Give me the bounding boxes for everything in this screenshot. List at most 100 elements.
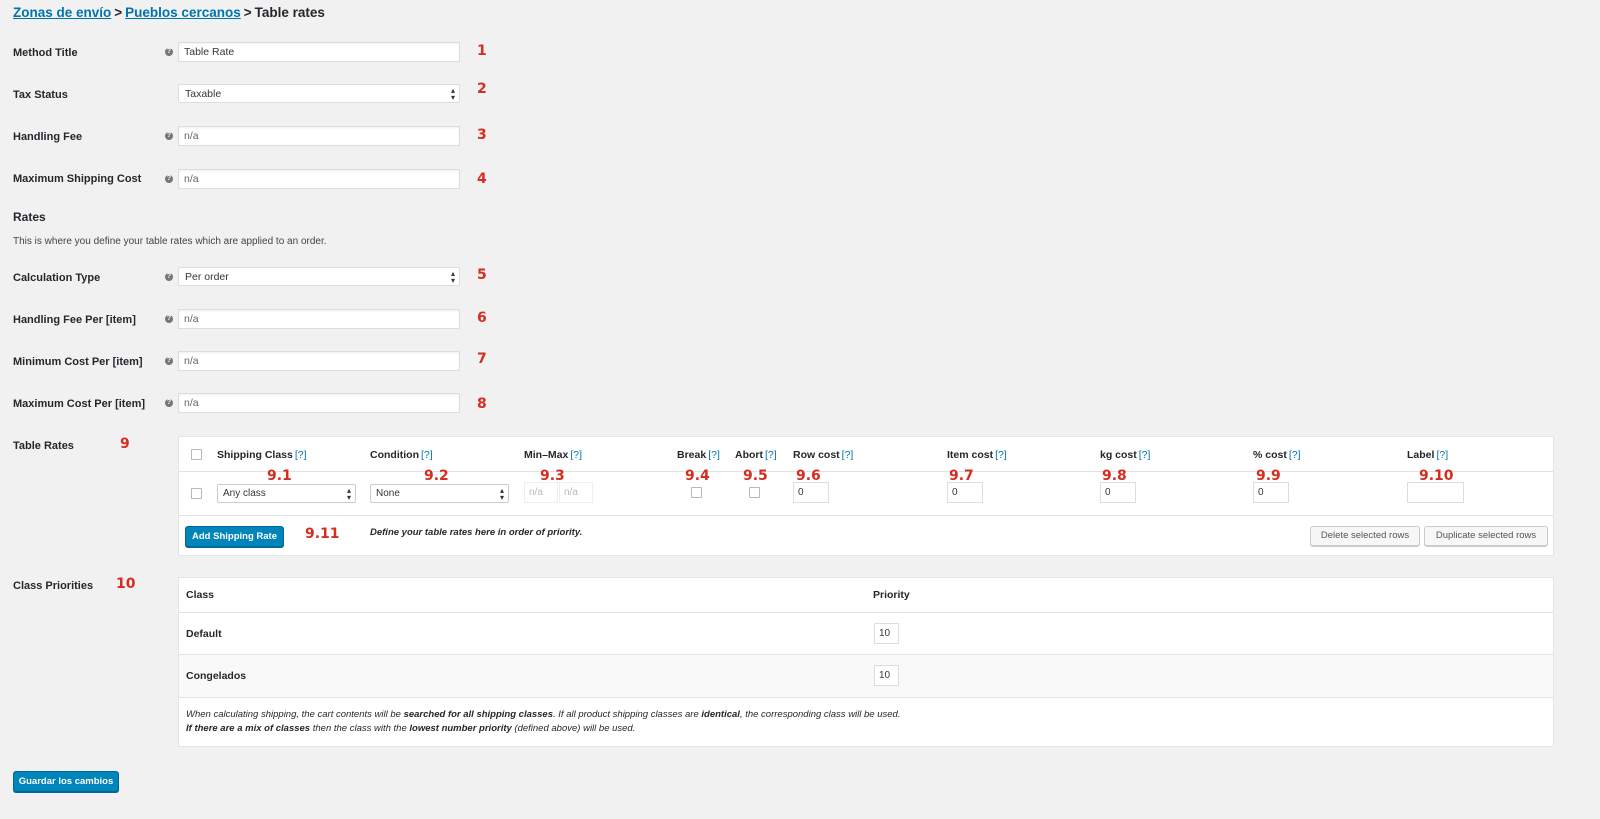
condition-select[interactable]: None ▴ ▾: [370, 484, 509, 503]
help-link[interactable]: [?]: [570, 449, 582, 461]
max-shipping-cost-label: Maximum Shipping Cost: [13, 173, 142, 185]
select-all-checkbox[interactable]: [191, 449, 202, 460]
help-icon[interactable]: ?: [165, 48, 173, 56]
annotation-marker: 6: [477, 310, 487, 326]
select-arrows-icon: ▴ ▾: [499, 486, 504, 502]
row-cost-input[interactable]: 0: [793, 482, 829, 503]
max-cost-per-item-input[interactable]: n/a: [178, 393, 460, 413]
help-link[interactable]: [?]: [421, 449, 433, 461]
calculation-type-select[interactable]: Per order ▴ ▾: [178, 267, 460, 286]
col-pct-cost: % cost [?]: [1253, 449, 1301, 461]
handling-fee-input[interactable]: n/a: [178, 126, 460, 146]
help-link[interactable]: [?]: [1436, 449, 1448, 461]
handling-fee-label: Handling Fee: [13, 131, 83, 143]
table-rates-note: Define your table rates here in order of…: [370, 527, 583, 538]
pct-cost-input[interactable]: 0: [1253, 482, 1289, 503]
col-shipping-class: Shipping Class [?]: [217, 449, 307, 461]
max-input[interactable]: n/a: [559, 482, 593, 503]
breadcrumb-link-shipping-zones[interactable]: Zonas de envío: [13, 5, 111, 20]
priority-input[interactable]: 10: [874, 665, 899, 686]
help-link[interactable]: [?]: [842, 449, 854, 461]
help-link[interactable]: [?]: [708, 449, 720, 461]
col-row-cost: Row cost [?]: [793, 449, 854, 461]
col-break: Break [?]: [677, 449, 720, 461]
method-title-label: Method Title: [13, 47, 78, 59]
col-item-cost: Item cost [?]: [947, 449, 1007, 461]
class-priorities-label: Class Priorities: [13, 580, 94, 592]
class-priorities-panel: Class Priority Default 10 Congelados 10 …: [178, 577, 1554, 747]
help-icon[interactable]: ?: [165, 273, 173, 281]
select-arrows-icon: ▴ ▾: [346, 486, 351, 502]
annotation-marker: 2: [477, 81, 487, 97]
break-checkbox[interactable]: [691, 487, 702, 498]
item-cost-input[interactable]: 0: [947, 482, 983, 503]
kg-cost-input[interactable]: 0: [1100, 482, 1136, 503]
help-link[interactable]: [?]: [995, 449, 1007, 461]
help-link[interactable]: [?]: [295, 449, 307, 461]
max-shipping-cost-input[interactable]: n/a: [178, 169, 460, 189]
condition-value: None: [376, 488, 400, 499]
help-link[interactable]: [?]: [765, 449, 777, 461]
annotation-marker: 7: [477, 351, 487, 367]
class-priorities-header: Class Priority: [179, 578, 1553, 613]
abort-checkbox[interactable]: [749, 487, 760, 498]
annotation-marker: 10: [116, 576, 136, 592]
table-row: Congelados 10: [179, 655, 1553, 698]
col-priority: Priority: [873, 589, 910, 601]
class-priorities-note: When calculating shipping, the cart cont…: [186, 709, 901, 734]
col-abort: Abort [?]: [735, 449, 777, 461]
rates-heading: Rates: [13, 210, 46, 224]
breadcrumb-separator: >: [243, 5, 252, 20]
row-checkbox[interactable]: [191, 488, 202, 499]
tax-status-value: Taxable: [185, 88, 222, 100]
min-input[interactable]: n/a: [524, 482, 558, 503]
help-icon[interactable]: ?: [165, 357, 173, 365]
add-shipping-rate-button[interactable]: Add Shipping Rate: [185, 526, 284, 547]
tax-status-select[interactable]: Taxable ▴ ▾: [178, 84, 460, 103]
select-arrows-icon: ▴ ▾: [450, 269, 455, 285]
tax-status-label: Tax Status: [13, 89, 68, 101]
priority-input[interactable]: 10: [874, 623, 899, 644]
col-min-max: Min–Max [?]: [524, 449, 583, 461]
breadcrumb: Zonas de envío > Pueblos cercanos > Table ra…: [13, 5, 325, 20]
handling-fee-per-item-input[interactable]: n/a: [178, 309, 460, 329]
rates-description: This is where you define your table rate…: [13, 236, 327, 247]
col-class: Class: [186, 589, 215, 601]
help-link[interactable]: [?]: [1289, 449, 1301, 461]
duplicate-selected-rows-button[interactable]: Duplicate selected rows: [1424, 526, 1548, 546]
class-name: Default: [186, 628, 222, 640]
breadcrumb-current: Table rates: [254, 5, 325, 20]
annotation-marker: 1: [477, 43, 487, 59]
table-row: Any class ▴ ▾ None ▴ ▾ n/a n/a 0 0 0 0: [179, 472, 1553, 516]
col-label: Label [?]: [1407, 449, 1449, 461]
annotation-marker: 4: [477, 171, 487, 187]
breadcrumb-link-zone[interactable]: Pueblos cercanos: [125, 5, 241, 20]
help-icon[interactable]: ?: [165, 175, 173, 183]
max-cost-per-item-label: Maximum Cost Per [item]: [13, 398, 146, 410]
handling-fee-per-item-label: Handling Fee Per [item]: [13, 314, 136, 326]
shipping-class-value: Any class: [223, 488, 266, 499]
help-icon[interactable]: ?: [165, 132, 173, 140]
help-icon[interactable]: ?: [165, 399, 173, 407]
help-icon[interactable]: ?: [165, 315, 173, 323]
col-condition: Condition [?]: [370, 449, 433, 461]
breadcrumb-separator: >: [114, 5, 123, 20]
annotation-marker: 5: [477, 267, 487, 283]
label-input[interactable]: [1407, 482, 1464, 503]
annotation-marker: 9.11: [305, 526, 340, 542]
col-kg-cost: kg cost [?]: [1100, 449, 1151, 461]
save-changes-button[interactable]: Guardar los cambios: [13, 771, 119, 792]
help-link[interactable]: [?]: [1139, 449, 1151, 461]
delete-selected-rows-button[interactable]: Delete selected rows: [1310, 526, 1420, 546]
table-rates-panel: Shipping Class [?] Condition [?] Min–Max [?…: [178, 436, 1554, 556]
method-title-input[interactable]: Table Rate: [178, 42, 460, 62]
table-row: Default 10: [179, 613, 1553, 655]
shipping-class-select[interactable]: Any class ▴ ▾: [217, 484, 356, 503]
class-name: Congelados: [186, 670, 247, 682]
annotation-marker: 8: [477, 396, 487, 412]
calculation-type-label: Calculation Type: [13, 272, 101, 284]
select-arrows-icon: ▴ ▾: [450, 86, 455, 102]
table-rates-label: Table Rates: [13, 440, 74, 452]
min-cost-per-item-label: Minimum Cost Per [item]: [13, 356, 143, 368]
min-cost-per-item-input[interactable]: n/a: [178, 351, 460, 371]
